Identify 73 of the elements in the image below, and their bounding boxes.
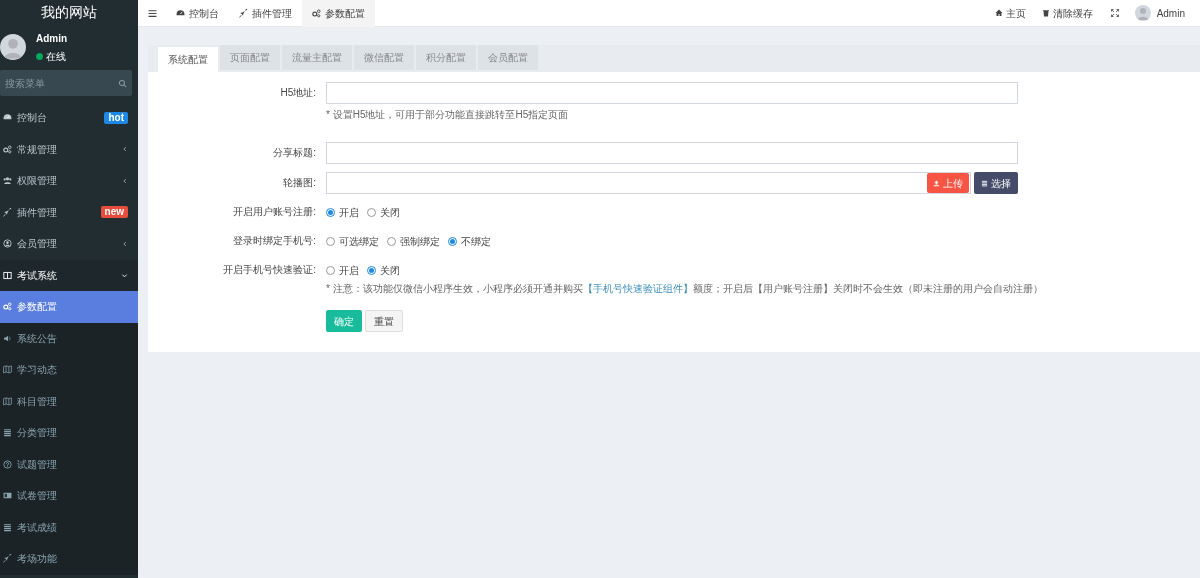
home-icon: [994, 9, 1003, 17]
nav-tab[interactable]: 插件管理: [229, 0, 302, 27]
radio-option[interactable]: 开启: [326, 262, 359, 278]
radio-option[interactable]: 关闭: [367, 204, 400, 220]
columns-icon: [3, 270, 12, 280]
nav-link[interactable]: 清除缓存: [1033, 5, 1101, 21]
users-icon: [3, 176, 12, 186]
sidebar-item[interactable]: 科目管理: [0, 385, 138, 417]
question-icon: [3, 459, 12, 469]
sidebar-item[interactable]: 考场功能: [0, 543, 138, 575]
sidebar-item[interactable]: 试题管理: [0, 448, 138, 480]
notice-text: * 注意：该功能仅微信小程序生效，小程序必须开通并购买【手机号快速验证组件】额度；开启后【用户账号注册】关闭时不会生效（即未注册的用户会自动注册）: [326, 282, 1043, 296]
menu-badge: hot: [104, 111, 128, 124]
field-label: 开启手机号快速验证:: [222, 263, 317, 277]
field-label: 登录时绑定手机号:: [232, 234, 317, 248]
sidebar-item[interactable]: 会员管理: [0, 228, 138, 260]
upload-icon: [933, 179, 940, 187]
online-status: 在线: [46, 49, 66, 64]
sidebar-item[interactable]: 参数配置: [0, 291, 138, 323]
nav-link[interactable]: 主页: [986, 5, 1034, 21]
list-icon: [3, 428, 12, 438]
sidebar-item[interactable]: 控制台 hot: [0, 102, 138, 134]
nav-tab[interactable]: 参数配置: [302, 0, 375, 27]
config-tab[interactable]: 系统配置: [158, 47, 218, 72]
gears-icon: [312, 8, 321, 18]
menu-search-field[interactable]: 搜索菜单: [0, 70, 112, 96]
rocket-icon: [3, 207, 12, 217]
choose-button[interactable]: 选择: [974, 172, 1018, 194]
radio-option[interactable]: 不绑定: [448, 233, 491, 249]
field-label: H5地址:: [279, 86, 317, 100]
sidebar-item[interactable]: 权限管理: [0, 165, 138, 197]
radio-option[interactable]: 强制绑定: [387, 233, 440, 249]
gears-icon: [3, 302, 12, 312]
nav-tab[interactable]: 控制台: [166, 0, 229, 27]
field-label: 分享标题:: [272, 146, 317, 160]
user-menu[interactable]: Admin: [1128, 0, 1200, 27]
user-name: Admin: [36, 31, 68, 46]
radio-option[interactable]: 开启: [326, 204, 359, 220]
speaker-icon: [3, 333, 12, 343]
radio-option[interactable]: 关闭: [367, 262, 400, 278]
menu-badge: new: [100, 206, 128, 219]
text-input[interactable]: [326, 82, 1018, 104]
avatar: [1134, 5, 1151, 21]
sidebar-item[interactable]: 系统公告: [0, 322, 138, 354]
site-title: 我的网站: [40, 2, 98, 22]
avatar: [0, 34, 26, 60]
field-label: 轮播图:: [282, 176, 317, 190]
component-link[interactable]: 【手机号快速验证组件】: [582, 283, 693, 294]
list-icon: [3, 522, 12, 532]
sidebar-item[interactable]: 试卷管理: [0, 480, 138, 512]
sidebar-item[interactable]: 考试系统: [0, 259, 138, 291]
radio-option[interactable]: 可选绑定: [326, 233, 379, 249]
sidebar-item[interactable]: 学习动态: [0, 354, 138, 386]
sidebar-item[interactable]: 插件管理 new: [0, 196, 138, 228]
rocket-icon: [239, 8, 248, 18]
user-circle-icon: [3, 239, 12, 249]
help-text: * 设置H5地址，可用于部分功能直接跳转至H5指定页面: [326, 108, 570, 122]
list-icon: [981, 179, 988, 187]
search-button[interactable]: [112, 70, 132, 96]
trash-icon: [1041, 9, 1050, 17]
sidebar-item[interactable]: 常规管理: [0, 133, 138, 165]
gears-icon: [3, 144, 12, 154]
map-icon: [3, 396, 12, 406]
text-input[interactable]: [326, 142, 1018, 164]
field-label: 开启用户账号注册:: [232, 205, 317, 219]
sidebar-item[interactable]: 考试成绩: [0, 511, 138, 543]
rocket-icon: [3, 554, 12, 564]
dashboard-icon: [176, 8, 185, 18]
sidebar-item[interactable]: 分类管理: [0, 417, 138, 449]
card-icon: [3, 491, 12, 501]
map-icon: [3, 365, 12, 375]
search-icon: [117, 78, 127, 88]
reset-button[interactable]: 重置: [365, 310, 403, 332]
